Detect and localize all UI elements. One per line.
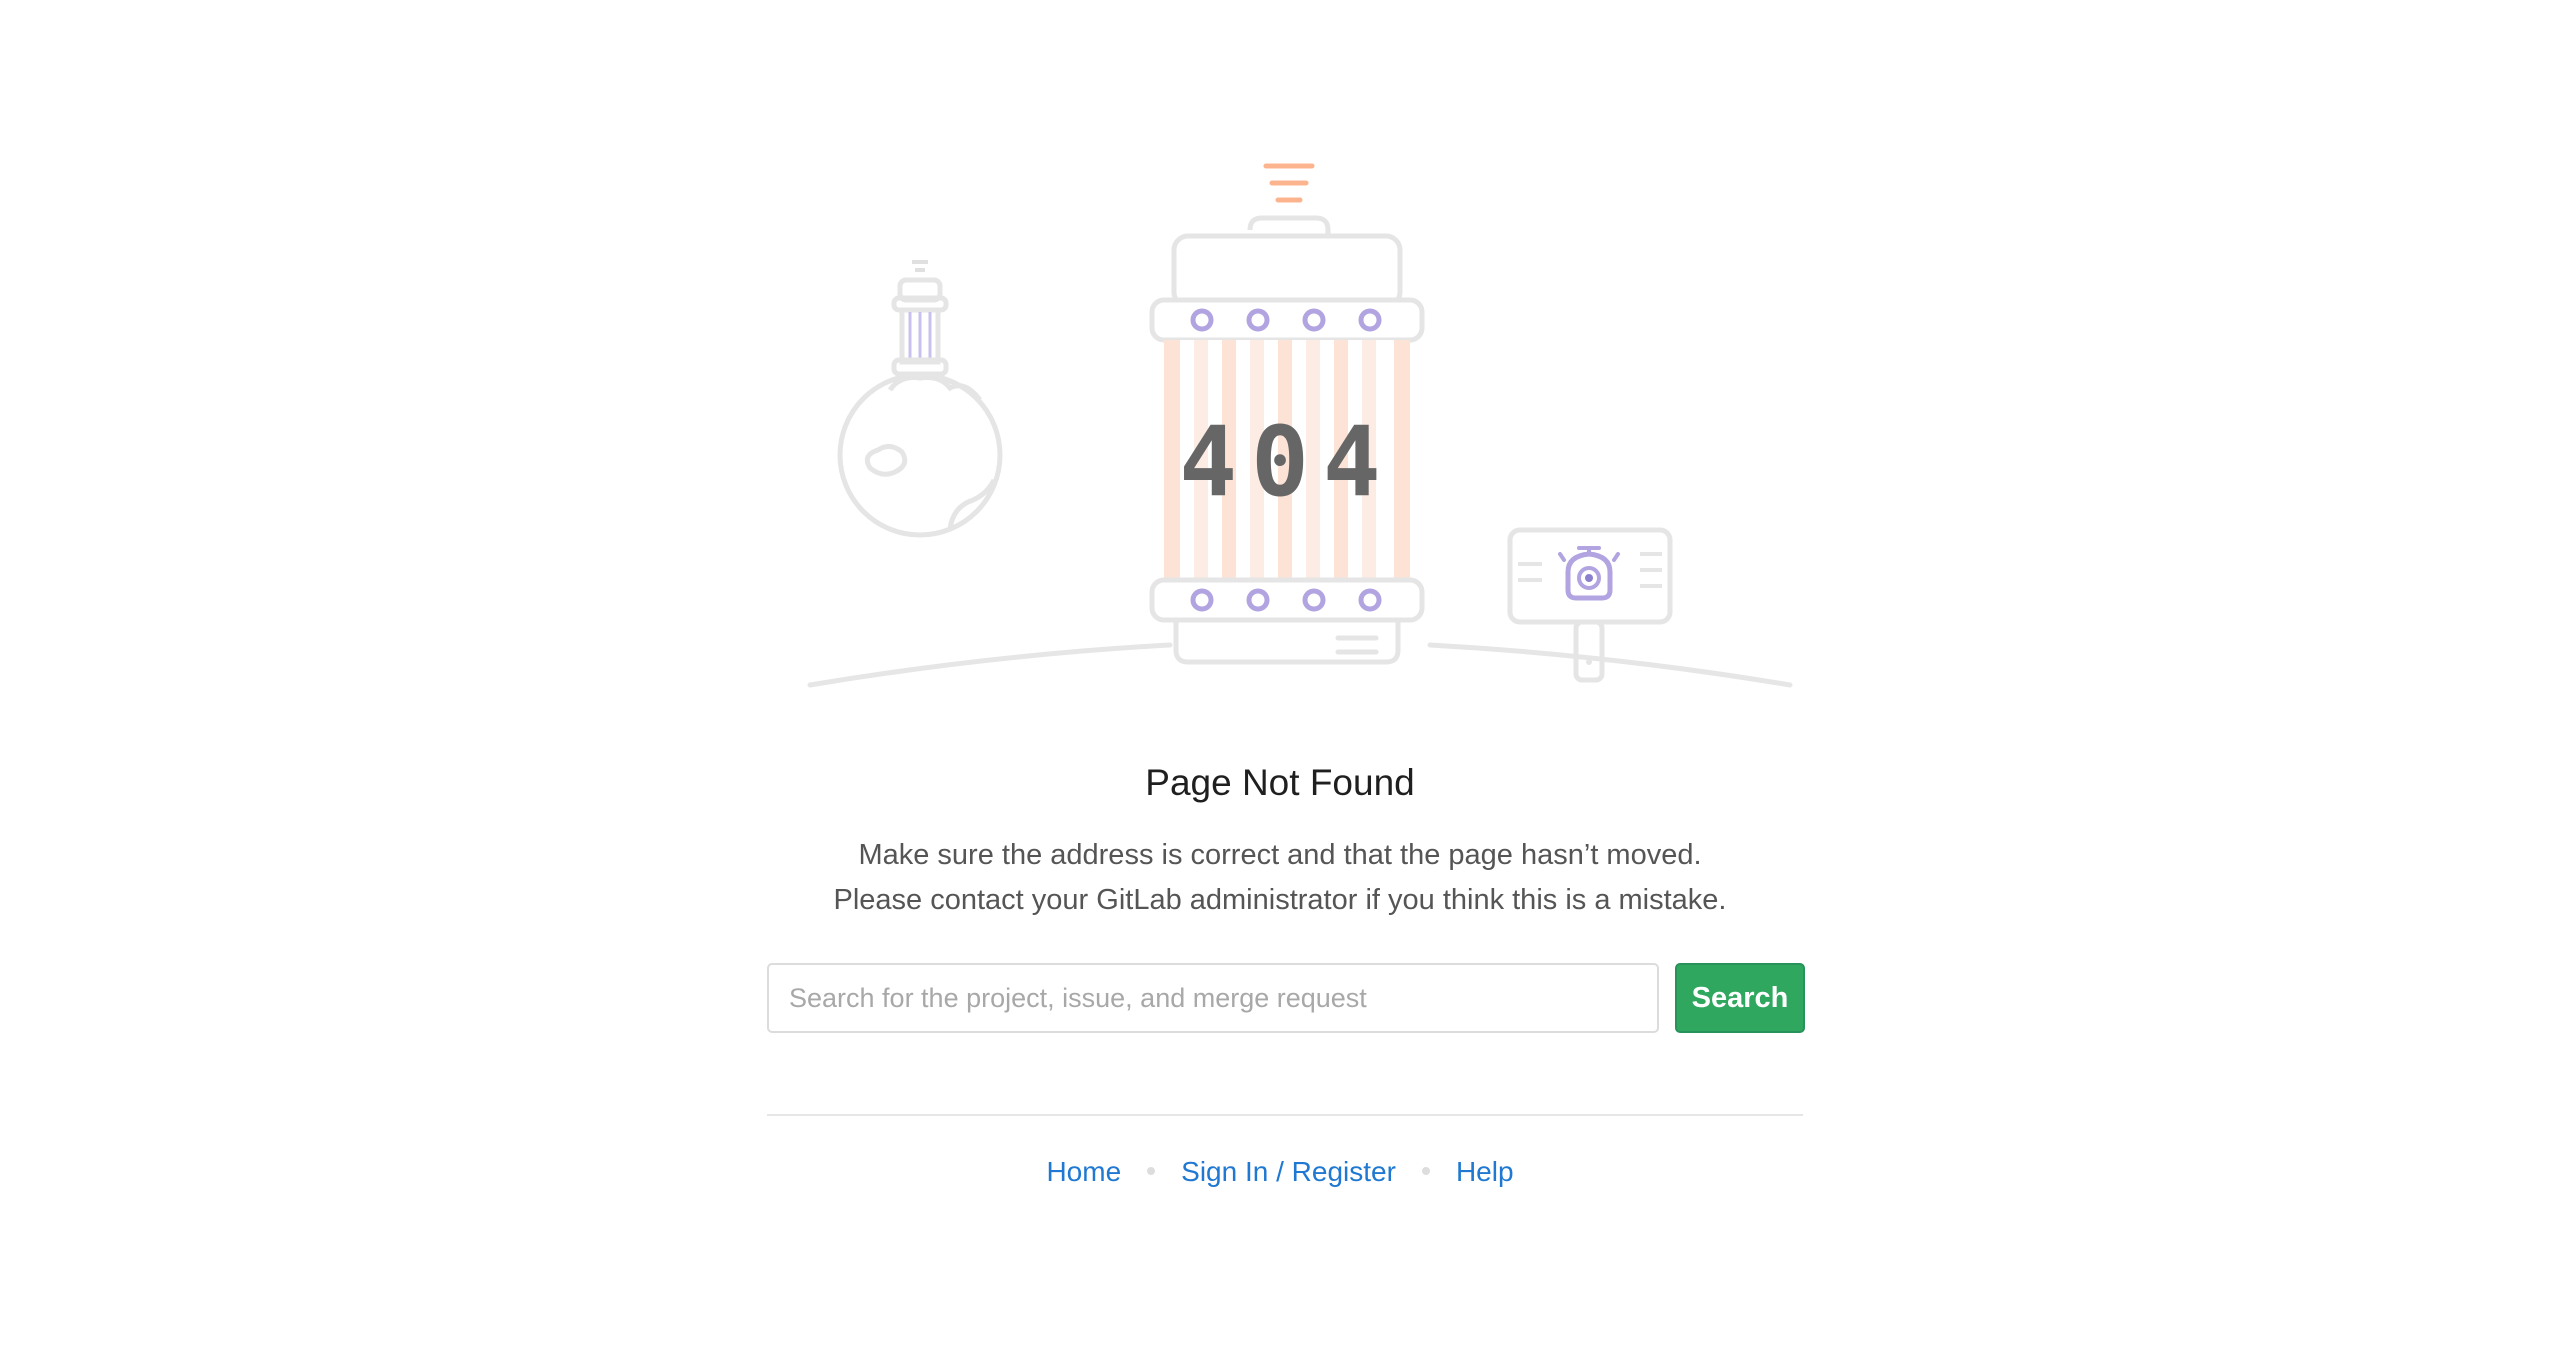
horizon-line-left [807, 642, 1173, 688]
search-form: Search [767, 963, 1805, 1035]
error-page: 404 Page Not Found Make sure the address… [0, 0, 2560, 1360]
horizon-line-right [1427, 642, 1793, 688]
sign-in-register-link[interactable]: Sign In / Register [1181, 1156, 1396, 1187]
divider [767, 1114, 1803, 1116]
home-link[interactable]: Home [1046, 1156, 1121, 1187]
search-button[interactable]: Search [1675, 963, 1805, 1033]
page-title: Page Not Found [1145, 762, 1415, 803]
footer-nav: Home Sign In / Register Help [0, 1156, 2560, 1188]
error-code-text: 404 [1179, 406, 1394, 518]
separator-dot [1421, 1166, 1430, 1175]
planet-icon [837, 260, 1003, 538]
description-line-1: Make sure the address is correct and tha… [858, 839, 1702, 871]
error-description: Make sure the address is correct and tha… [0, 833, 2560, 923]
description-line-2: Please contact your GitLab administrator… [833, 884, 1727, 916]
error-illustration: 404 [790, 150, 1810, 710]
camera-eye-icon [1558, 546, 1620, 601]
capsule-machine: 404 [1149, 163, 1425, 665]
search-input[interactable] [767, 963, 1659, 1033]
separator-dot [1147, 1166, 1156, 1175]
help-link[interactable]: Help [1456, 1156, 1514, 1187]
tanuki-404-illustration: 404 [807, 163, 1793, 688]
